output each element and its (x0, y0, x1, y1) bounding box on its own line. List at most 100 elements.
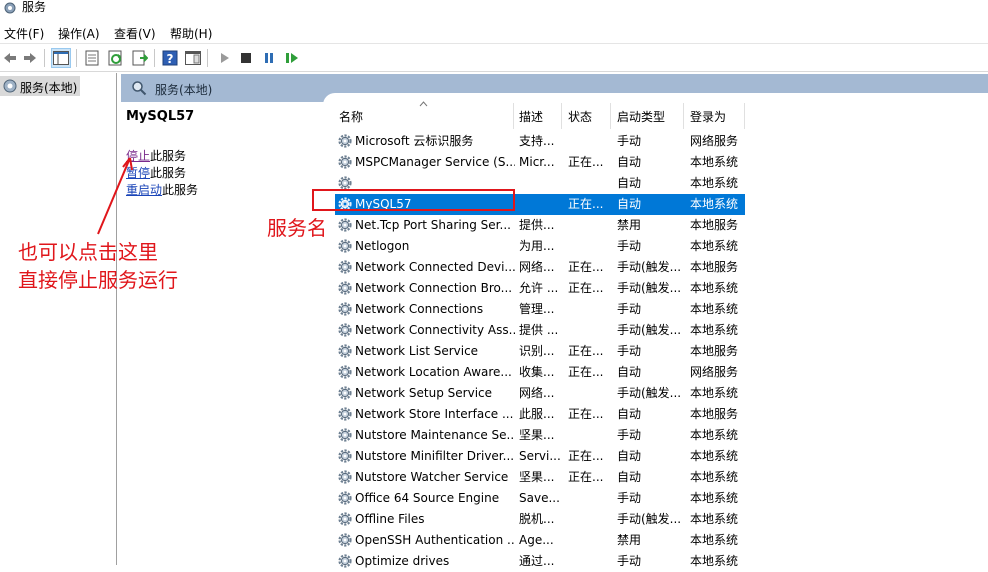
service-gear-icon (338, 449, 352, 463)
table-row[interactable]: Network Connection Bro... 允许 ... 正在... 手动(触… (335, 278, 745, 299)
table-row[interactable]: MSPCManager Service (S... Micr... 正在... 自动 本… (335, 152, 745, 173)
start-icon[interactable] (214, 48, 234, 68)
cell-desc: 为用... (519, 239, 555, 253)
cell-name: Network Connection Bro... (355, 281, 513, 295)
table-row[interactable]: Nutstore Minifilter Driver... Servi... 正在.… (335, 446, 745, 467)
table-row[interactable]: Network Connections 管理... 手动 本地系统 (335, 299, 745, 320)
column-divider[interactable] (744, 103, 745, 129)
cell-desc: 提供 ... (519, 323, 559, 337)
services-gear-icon (3, 79, 17, 93)
toolbar-separator (154, 49, 155, 67)
menu-bar: 文件(F) 操作(A) 查看(V) 帮助(H) (0, 20, 988, 44)
cell-name: Net.Tcp Port Sharing Ser... (355, 218, 511, 232)
cell-desc: Micr... (519, 155, 555, 169)
cell-desc: 坚果... (519, 428, 555, 442)
menu-action[interactable]: 操作(A) (58, 25, 100, 42)
cell-startup: 手动 (617, 302, 642, 316)
column-divider[interactable] (683, 103, 684, 129)
table-row[interactable]: Network Connected Devi... 网络... 正在... 手动(触发… (335, 257, 745, 278)
restart-icon[interactable] (282, 48, 302, 68)
cell-logon: 本地服务 (690, 218, 739, 232)
cell-desc: 管理... (519, 302, 555, 316)
cell-startup: 手动 (617, 428, 642, 442)
table-row[interactable]: Network Connectivity Ass... 提供 ... 手动(触发..… (335, 320, 745, 341)
column-header-name[interactable]: 名称 (339, 108, 363, 130)
cell-logon: 本地系统 (690, 176, 739, 190)
refresh-icon[interactable] (106, 48, 126, 68)
console-icon[interactable] (183, 48, 203, 68)
cell-name: MSPCManager Service (S... (355, 155, 515, 169)
service-gear-icon (338, 365, 352, 379)
cell-name: Offline Files (355, 512, 425, 526)
column-header-status[interactable]: 状态 (568, 108, 592, 130)
table-row[interactable]: Microsoft 云标识服务 支持... 手动 网络服务 (335, 131, 745, 152)
cell-desc: 脱机... (519, 512, 555, 526)
table-row[interactable]: Net.Tcp Port Sharing Ser... 提供... 禁用 本地服务 (335, 215, 745, 236)
column-divider[interactable] (561, 103, 562, 129)
column-divider[interactable] (610, 103, 611, 129)
table-row[interactable]: Network Store Interface ... 此服... 正在... 自动 本… (335, 404, 745, 425)
table-row[interactable]: Office 64 Source Engine Save... 手动 本地系统 (335, 488, 745, 509)
service-gear-icon (338, 428, 352, 442)
table-row[interactable]: Nutstore Maintenance Se... 坚果... 手动 本地系统 (335, 425, 745, 446)
service-gear-icon (338, 512, 352, 526)
selected-service-name: MySQL57 (126, 109, 195, 124)
column-header-startup-type[interactable]: 启动类型 (617, 108, 665, 130)
cell-startup: 手动(触发... (617, 323, 682, 337)
stop-icon[interactable] (236, 48, 256, 68)
column-header-logon-as[interactable]: 登录为 (690, 108, 726, 130)
cell-status: 正在... (568, 197, 604, 211)
cell-desc: 收集... (519, 365, 555, 379)
menu-help[interactable]: 帮助(H) (170, 25, 212, 42)
annotation-hint-line2: 直接停止服务运行 (18, 268, 178, 292)
table-row[interactable]: Network Setup Service 网络... 手动(触发... 本地系统 (335, 383, 745, 404)
back-arrow-icon[interactable] (0, 48, 20, 68)
cell-startup: 自动 (617, 365, 642, 379)
sort-ascending-icon (419, 101, 428, 107)
cell-logon: 本地系统 (690, 554, 739, 568)
cell-status: 正在... (568, 281, 604, 295)
cell-desc: Age... (519, 533, 554, 547)
table-row[interactable]: Nutstore Watcher Service 坚果... 正在... 自动 本地系统 (335, 467, 745, 488)
table-row[interactable]: Offline Files 脱机... 手动(触发... 本地系统 (335, 509, 745, 530)
menu-file[interactable]: 文件(F) (4, 25, 44, 42)
cell-startup: 自动 (617, 197, 642, 211)
cell-name: Nutstore Watcher Service (355, 470, 509, 484)
cell-name: Network List Service (355, 344, 479, 358)
table-row[interactable]: OpenSSH Authentication ... Age... 禁用 本地系统 (335, 530, 745, 551)
annotation-service-name: 服务名 (267, 216, 327, 240)
cell-logon: 网络服务 (690, 365, 739, 379)
cell-startup: 自动 (617, 470, 642, 484)
table-row[interactable]: Network Location Aware... 收集... 正在... 自动 网络服… (335, 362, 745, 383)
table-row[interactable]: Optimize drives 通过... 手动 本地系统 (335, 551, 745, 572)
cell-startup: 手动 (617, 134, 642, 148)
help-icon[interactable]: ? (160, 48, 180, 68)
pause-icon[interactable] (259, 48, 279, 68)
tree-node-services-local[interactable]: 服务(本地) (0, 76, 80, 96)
column-divider[interactable] (513, 103, 514, 129)
properties-icon[interactable] (82, 48, 102, 68)
export-icon[interactable] (130, 48, 150, 68)
column-header-description[interactable]: 描述 (519, 108, 543, 130)
cell-desc: 坚果... (519, 470, 555, 484)
highlight-box (312, 189, 515, 211)
cell-desc: Servi... (519, 449, 561, 463)
table-row[interactable]: Netlogon 为用... 手动 本地系统 (335, 236, 745, 257)
window-title: 服务 (22, 0, 47, 14)
table-row[interactable]: Network List Service 识别... 正在... 手动 本地服务 (335, 341, 745, 362)
cell-desc: 提供... (519, 218, 555, 232)
cell-logon: 本地系统 (690, 323, 739, 337)
cell-status: 正在... (568, 407, 604, 421)
menu-view[interactable]: 查看(V) (114, 25, 156, 42)
cell-startup: 手动 (617, 491, 642, 505)
service-gear-icon (338, 554, 352, 568)
show-tree-icon[interactable] (51, 48, 71, 68)
service-gear-icon (338, 260, 352, 274)
forward-arrow-icon[interactable] (20, 48, 40, 68)
cell-name: Network Store Interface ... (355, 407, 514, 421)
services-list: 名称 描述 状态 启动类型 登录为 Microsoft 云标识服务 支持... 手动… (323, 93, 988, 568)
stop-service-suffix: 此服务 (150, 149, 187, 163)
cell-logon: 本地系统 (690, 428, 739, 442)
cell-status: 正在... (568, 365, 604, 379)
service-gear-icon (338, 323, 352, 337)
